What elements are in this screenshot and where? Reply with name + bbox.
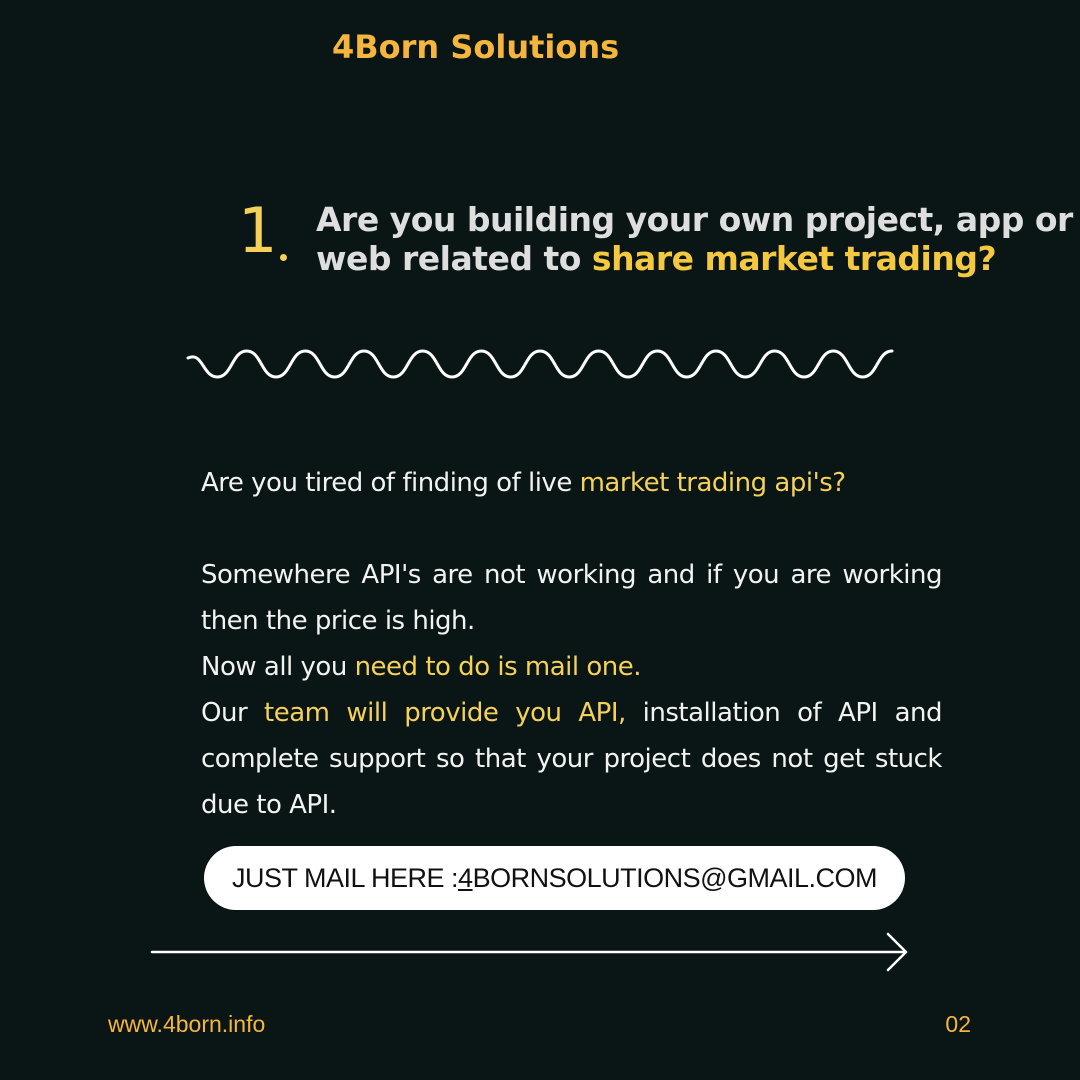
mail-button[interactable]: JUST MAIL HERE : 4 BORNSOLUTIONS@GMAIL.CO… — [204, 846, 905, 910]
paragraph-2: Somewhere API's are not working and if y… — [201, 560, 943, 636]
arrow-right-icon — [150, 932, 908, 972]
paragraph-4-text-a: Our — [201, 698, 265, 728]
paragraph-3-text: Now all you — [201, 652, 355, 682]
mail-email-rest[interactable]: BORNSOLUTIONS@GMAIL.COM — [473, 863, 878, 894]
footer-website[interactable]: www.4born.info — [108, 1011, 265, 1038]
wave-divider — [186, 349, 894, 379]
paragraph-3: Now all you need to do is mail one. — [201, 644, 942, 690]
paragraph-4: Our team will provide you API, installat… — [201, 690, 943, 828]
paragraph-1-highlight: market trading api's? — [579, 468, 846, 498]
paragraph-4-highlight: team will provide you API, — [264, 698, 626, 728]
body-text: Are you tired of finding of live market … — [201, 460, 943, 828]
mail-email-first[interactable]: 4 — [458, 863, 473, 894]
paragraph-1-text: Are you tired of finding of live — [201, 468, 580, 498]
question-headline: Are you building your own project, app o… — [316, 200, 1076, 278]
mail-prefix: JUST MAIL HERE : — [231, 862, 459, 893]
question-number: 1 — [238, 194, 278, 267]
headline-highlight: share market trading? — [591, 239, 997, 278]
question-number-dot — [280, 254, 287, 261]
paragraph-1: Are you tired of finding of live market … — [201, 460, 942, 506]
brand-title: 4Born Solutions — [332, 28, 620, 66]
paragraph-3-highlight: need to do is mail one. — [354, 652, 642, 682]
page-number: 02 — [945, 1011, 971, 1037]
